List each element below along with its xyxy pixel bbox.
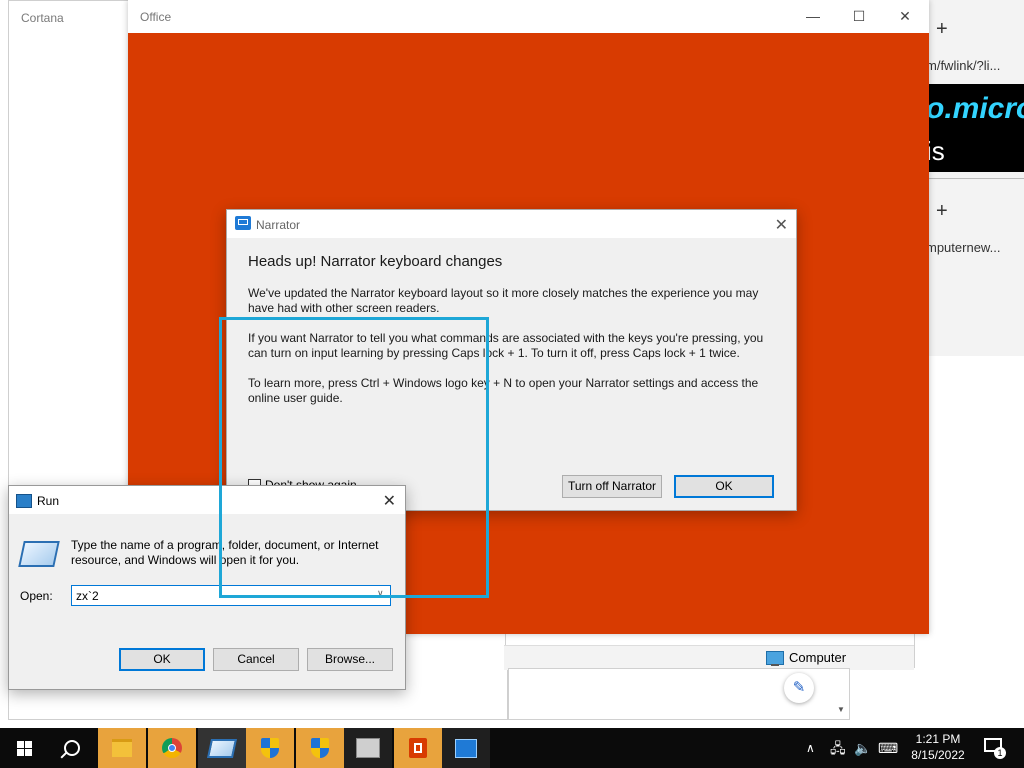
turn-off-narrator-label: Turn off Narrator bbox=[567, 479, 657, 493]
open-label: Open: bbox=[20, 589, 53, 603]
folder-icon bbox=[112, 739, 132, 757]
explorer-statusbar: Computer bbox=[504, 645, 914, 670]
narrator-taskbar-icon bbox=[455, 738, 477, 758]
volume-icon[interactable]: 🔈 bbox=[854, 728, 871, 768]
cortana-title: Cortana bbox=[21, 11, 64, 25]
narrator-icon bbox=[235, 216, 251, 230]
computer-icon bbox=[766, 650, 784, 666]
windows-logo-icon bbox=[16, 740, 32, 756]
taskbar-narrator[interactable] bbox=[442, 728, 490, 768]
chrome-icon bbox=[162, 738, 182, 758]
narrator-ok-label: OK bbox=[715, 479, 733, 493]
computer-label: Computer bbox=[789, 650, 847, 665]
narrator-ok-button[interactable]: OK bbox=[674, 475, 774, 498]
narrator-paragraph-1: We've updated the Narrator keyboard layo… bbox=[248, 286, 759, 315]
shield-icon-2 bbox=[311, 738, 329, 758]
narrator-titlebar: Narrator ✕ bbox=[227, 210, 796, 238]
office-icon bbox=[409, 738, 427, 758]
office-titlebar: Office — ☐ ✕ bbox=[128, 0, 929, 33]
pen-edit-icon[interactable]: ✎ bbox=[784, 673, 814, 703]
tools-icon bbox=[356, 738, 380, 758]
taskbar-chrome[interactable] bbox=[148, 728, 196, 768]
notes-window: ✎ ▼ bbox=[508, 668, 850, 720]
narrator-title: Narrator bbox=[256, 218, 301, 232]
close-icon[interactable]: ✕ bbox=[882, 0, 928, 33]
maximize-icon[interactable]: ☐ bbox=[836, 0, 882, 33]
taskbar-file-explorer[interactable] bbox=[98, 728, 146, 768]
new-tab-plus-icon[interactable]: + bbox=[936, 18, 948, 41]
network-icon[interactable]: 🖧 bbox=[830, 728, 846, 768]
run-ok-button[interactable]: OK bbox=[119, 648, 205, 671]
narrator-focus-highlight bbox=[219, 317, 489, 598]
shield-icon bbox=[261, 738, 279, 758]
scroll-down-arrow-icon[interactable]: ▼ bbox=[837, 705, 845, 714]
keyboard-icon[interactable]: ⌨ bbox=[878, 728, 898, 768]
clock-date: 8/15/2022 bbox=[911, 748, 965, 762]
run-ok-label: OK bbox=[153, 652, 171, 666]
browser-url-1[interactable]: m/fwlink/?li... bbox=[926, 58, 1000, 73]
computer-item[interactable]: Computer bbox=[766, 650, 847, 666]
taskbar-uac-1[interactable] bbox=[246, 728, 294, 768]
taskbar: ∧ 🖧 🔈 ⌨ 1:21 PM 8/15/2022 1 bbox=[0, 728, 1024, 768]
new-tab-plus-icon-2[interactable]: + bbox=[936, 200, 948, 223]
taskbar-office[interactable] bbox=[394, 728, 442, 768]
minimize-icon[interactable]: — bbox=[790, 0, 836, 33]
narrator-heading: Heads up! Narrator keyboard changes bbox=[248, 253, 503, 270]
banner-text: o.micro bbox=[926, 92, 1024, 125]
taskbar-clock[interactable]: 1:21 PM 8/15/2022 bbox=[906, 731, 970, 763]
run-app-taskbar-icon bbox=[206, 738, 238, 758]
run-title: Run bbox=[37, 494, 60, 508]
narrator-close-icon[interactable]: ✕ bbox=[775, 215, 788, 235]
taskbar-tools[interactable] bbox=[344, 728, 392, 768]
search-icon bbox=[64, 740, 80, 756]
run-app-icon bbox=[18, 541, 60, 567]
taskbar-uac-2[interactable] bbox=[296, 728, 344, 768]
run-browse-button[interactable]: Browse... bbox=[307, 648, 393, 671]
tray-chevron-up-icon[interactable]: ∧ bbox=[806, 728, 815, 768]
notification-count-badge: 1 bbox=[994, 747, 1006, 759]
run-browse-label: Browse... bbox=[324, 652, 375, 666]
browser-url-2[interactable]: mputernew... bbox=[926, 240, 1000, 255]
start-button[interactable] bbox=[0, 728, 48, 768]
run-small-icon bbox=[16, 494, 32, 508]
search-button[interactable] bbox=[48, 728, 96, 768]
office-title: Office bbox=[140, 10, 172, 24]
turn-off-narrator-button[interactable]: Turn off Narrator bbox=[562, 475, 662, 498]
clock-time: 1:21 PM bbox=[915, 732, 961, 746]
run-cancel-button[interactable]: Cancel bbox=[213, 648, 299, 671]
run-cancel-label: Cancel bbox=[237, 652, 275, 666]
browser-page-banner: o.micro is bbox=[926, 84, 1024, 172]
taskbar-run[interactable] bbox=[198, 728, 246, 768]
